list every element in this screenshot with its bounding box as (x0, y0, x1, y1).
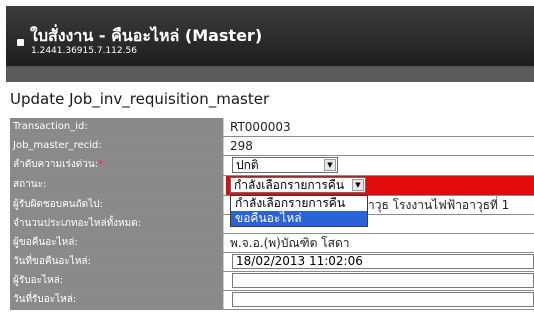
field-label: ผู้ขอคืนอะไหล่: (10, 234, 224, 252)
dropdown-arrow-icon[interactable]: ▼ (352, 179, 364, 191)
receiver-input[interactable] (232, 273, 534, 288)
app-frame: ใบสั่งงาน - คืนอะไหล่ (Master) 1.2441.36… (0, 0, 534, 320)
field-label: สถานะ: (10, 176, 224, 195)
request-date-value: 18/02/2013 11:02:06 (236, 254, 363, 268)
field-label: ผู้รับอะไหล่: (10, 272, 224, 290)
form-row-receiver: ผู้รับอะไหล่: (10, 272, 534, 291)
required-marker: * (98, 159, 104, 170)
form-row-request-date: วันที่ขอคืนอะไหล่: 18/02/2013 11:02:06 (10, 253, 534, 272)
transaction-id-value: RT000003 (226, 118, 534, 136)
urgency-select-value: ปกติ (236, 158, 259, 172)
window-icon (17, 39, 24, 46)
status-dropdown-list: กำลังเลือกรายการคืน ขอคืนอะไหล่ (230, 195, 368, 227)
request-date-input[interactable]: 18/02/2013 11:02:06 (232, 254, 534, 269)
form-row-urgency: ลำดับความเร่งด่วน:* ปกติ ▼ (10, 156, 534, 176)
dropdown-arrow-icon[interactable]: ▼ (324, 159, 336, 171)
form-row-receive-date: วันที่รับอะไหล่: (10, 291, 534, 310)
next-responsible-text: าวุธ โรงงานไฟฟ้าอาวุธที่ 1 (368, 198, 510, 212)
page-heading: Update Job_inv_requisition_master (10, 90, 270, 108)
window-titlebar: ใบสั่งงาน - คืนอะไหล่ (Master) 1.2441.36… (6, 6, 534, 68)
field-label: Job_master_recid: (10, 137, 224, 155)
urgency-label-text: ลำดับความเร่งด่วน: (13, 159, 99, 170)
requester-value: พ.จ.อ.(พ)บัณฑิต โสดา (226, 234, 534, 252)
toolbar-strip (6, 68, 534, 82)
urgency-select[interactable]: ปกติ ▼ (232, 157, 338, 173)
form-row-job-master-recid: Job_master_recid: 298 (10, 137, 534, 156)
form-row-requester: ผู้ขอคืนอะไหล่: พ.จ.อ.(พ)บัณฑิต โสดา (10, 234, 534, 253)
field-label: จำนวนประเภทอะไหล่ทั้งหมด: (10, 215, 224, 233)
form-row-status: สถานะ: กำลังเลือกรายการคืน ▼ (10, 176, 534, 196)
status-select-value: กำลังเลือกรายการคืน (234, 178, 345, 192)
field-label: ลำดับความเร่งด่วน:* (10, 156, 224, 175)
status-option[interactable]: กำลังเลือกรายการคืน (231, 196, 367, 211)
window-subtitle: 1.2441.36915.7.112.56 (31, 46, 137, 56)
field-label: ผู้รับผิดชอบคนถัดไป: (10, 196, 224, 214)
form-row-transaction-id: Transaction_id: RT000003 (10, 118, 534, 137)
status-option-highlighted[interactable]: ขอคืนอะไหล่ (231, 211, 367, 226)
field-label: Transaction_id: (10, 118, 224, 136)
field-label: วันที่รับอะไหล่: (10, 291, 224, 309)
receive-date-input[interactable] (232, 292, 534, 307)
field-label: วันที่ขอคืนอะไหล่: (10, 253, 224, 271)
job-master-recid-value: 298 (226, 137, 534, 155)
status-select[interactable]: กำลังเลือกรายการคืน ▼ (230, 177, 366, 193)
